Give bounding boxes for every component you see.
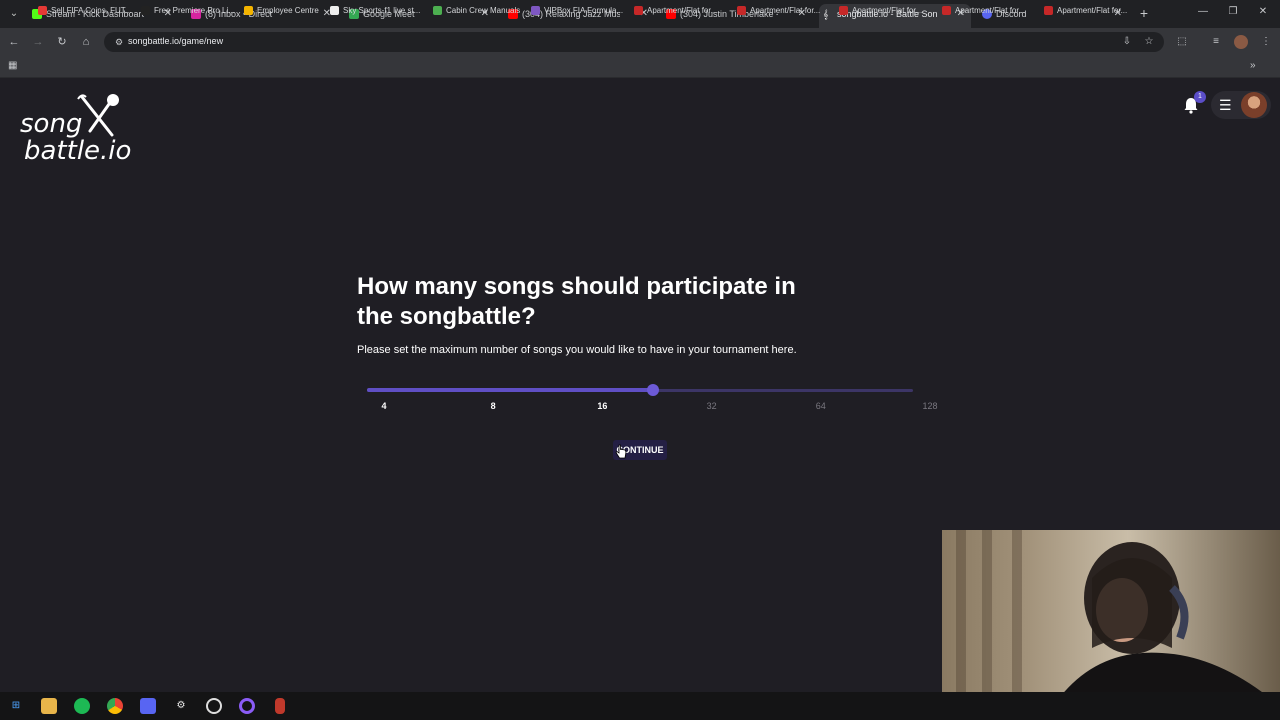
songbattle-page: song battle.io 1 ☰ How many songs should…	[0, 79, 1280, 692]
home-icon[interactable]: ⌂	[78, 34, 94, 50]
spotify-icon[interactable]	[74, 698, 90, 714]
slider-mark-64[interactable]: 64	[816, 401, 826, 411]
bookmarks-bar	[0, 56, 1280, 78]
window-close-icon[interactable]: ✕	[1256, 5, 1270, 19]
bookmark-label: Free Premiere Pro Li...	[154, 6, 235, 15]
obs-icon[interactable]	[206, 698, 222, 714]
forward-arrow-icon[interactable]: →	[30, 34, 46, 50]
windows-start-icon[interactable]: ⊞	[8, 698, 24, 714]
bookmark-favicon	[1044, 6, 1053, 15]
settings-icon[interactable]: ⚙	[173, 698, 189, 714]
site-info-icon[interactable]: ⚙	[112, 35, 126, 49]
more-bookmarks-icon[interactable]: »	[1250, 60, 1262, 72]
slider-mark-32[interactable]: 32	[707, 401, 717, 411]
bookmark-label: VIPBox FIA Formula...	[544, 6, 624, 15]
restore-icon[interactable]: ❐	[1226, 5, 1240, 19]
page-title: How many songs should participate in the…	[357, 273, 796, 330]
bookmark-favicon	[330, 6, 339, 15]
bookmark-favicon	[38, 6, 47, 15]
songbattle-icon: 𝄞	[823, 9, 829, 19]
bookmark-favicon	[839, 6, 848, 15]
bookmark-item[interactable]: Employee Centre	[243, 4, 319, 18]
site-logo[interactable]: song battle.io	[20, 91, 140, 171]
tab-search-icon[interactable]: ⌄	[6, 6, 22, 22]
media-control-icon[interactable]: ≡	[1208, 34, 1224, 50]
bookmark-label: Cabin Crew Manuals	[446, 6, 521, 15]
windows-taskbar: ⊞ ⚙	[0, 692, 1280, 720]
minimize-icon[interactable]: —	[1196, 5, 1210, 19]
bookmark-favicon	[531, 6, 540, 15]
bookmark-item[interactable]: Free Premiere Pro Li...	[140, 4, 235, 18]
bookmark-item[interactable]: Apartment/Flat for...	[1043, 4, 1127, 18]
notification-count-badge: 1	[1194, 91, 1206, 103]
webcam-overlay	[942, 530, 1280, 692]
song-count-slider[interactable]: 4 8 16 32 64 128	[367, 381, 938, 421]
new-tab-button[interactable]: +	[1136, 5, 1152, 21]
bookmark-label: Apartment/Flat for...	[955, 6, 1026, 15]
profile-avatar[interactable]	[1234, 35, 1248, 49]
slider-mark-128[interactable]: 128	[922, 401, 937, 411]
slider-fill	[367, 388, 654, 392]
bookmark-favicon	[433, 6, 442, 15]
streamer-image	[1064, 542, 1262, 692]
microphone-logo-icon	[77, 94, 119, 137]
bookmark-item[interactable]: Apartment/Flat for...	[633, 4, 717, 18]
slider-mark-16[interactable]: 16	[597, 401, 607, 411]
discord-icon[interactable]	[140, 698, 156, 714]
browser-toolbar: ← → ↻ ⌂ ⚙ songbattle.io/game/new ⇩ ☆ ⬚ ≡…	[0, 28, 1280, 56]
bookmark-label: Apartment/Flat for...	[647, 6, 718, 15]
install-app-icon[interactable]: ⇩	[1120, 35, 1134, 49]
bookmark-item[interactable]: Sky Sports-f1 live st...	[329, 4, 420, 18]
bookmark-label: Employee Centre	[257, 6, 319, 15]
user-avatar	[1241, 92, 1267, 118]
bookmark-item[interactable]: Cabin Crew Manuals	[432, 4, 520, 18]
extensions-icon[interactable]: ⬚	[1174, 34, 1190, 50]
logo-text-line1: song	[20, 109, 83, 139]
bookmark-favicon	[634, 6, 643, 15]
hand-cursor-icon	[615, 444, 627, 459]
bookmark-favicon	[942, 6, 951, 15]
bookmark-label: Apartment/Flat for...	[1057, 6, 1128, 15]
hamburger-menu-icon: ☰	[1219, 97, 1232, 113]
bookmark-star-icon[interactable]: ☆	[1142, 35, 1156, 49]
bookmark-item[interactable]: VIPBox FIA Formula...	[530, 4, 623, 18]
file-explorer-icon[interactable]	[41, 698, 57, 714]
bookmark-label: Sell FIFA Coins, FUT...	[51, 6, 132, 15]
bookmark-item[interactable]: Apartment/Flat for...	[838, 4, 922, 18]
bookmark-label: Apartment/Flat for...	[852, 6, 923, 15]
streaming-app-icon[interactable]	[239, 698, 255, 714]
chrome-icon[interactable]	[107, 698, 123, 714]
recorder-icon[interactable]	[275, 698, 285, 714]
bookmark-label: Sky Sports-f1 live st...	[343, 6, 421, 15]
bookmark-label: Apartment/Flat for...	[750, 6, 821, 15]
bookmark-favicon	[141, 6, 150, 15]
bookmark-favicon	[244, 6, 253, 15]
address-bar[interactable]: ⚙ songbattle.io/game/new ⇩ ☆	[104, 32, 1164, 52]
browser-menu-icon[interactable]: ⋮	[1258, 34, 1274, 50]
bookmark-favicon	[737, 6, 746, 15]
logo-text-line2: battle.io	[24, 136, 132, 166]
user-menu-button[interactable]: ☰	[1211, 91, 1271, 119]
bookmark-item[interactable]: Apartment/Flat for...	[736, 4, 820, 18]
slider-thumb[interactable]	[647, 384, 660, 396]
slider-mark-8[interactable]: 8	[491, 401, 496, 411]
slider-mark-4[interactable]: 4	[381, 401, 386, 411]
page-subtitle: Please set the maximum number of songs y…	[357, 344, 797, 356]
bookmark-item[interactable]: Apartment/Flat for...	[941, 4, 1025, 18]
apps-grid-icon[interactable]: ▦	[8, 60, 20, 72]
reload-icon[interactable]: ↻	[54, 34, 70, 50]
back-arrow-icon[interactable]: ←	[6, 34, 22, 50]
bookmark-item[interactable]: Sell FIFA Coins, FUT...	[37, 4, 131, 18]
url-text[interactable]: songbattle.io/game/new	[128, 36, 223, 46]
